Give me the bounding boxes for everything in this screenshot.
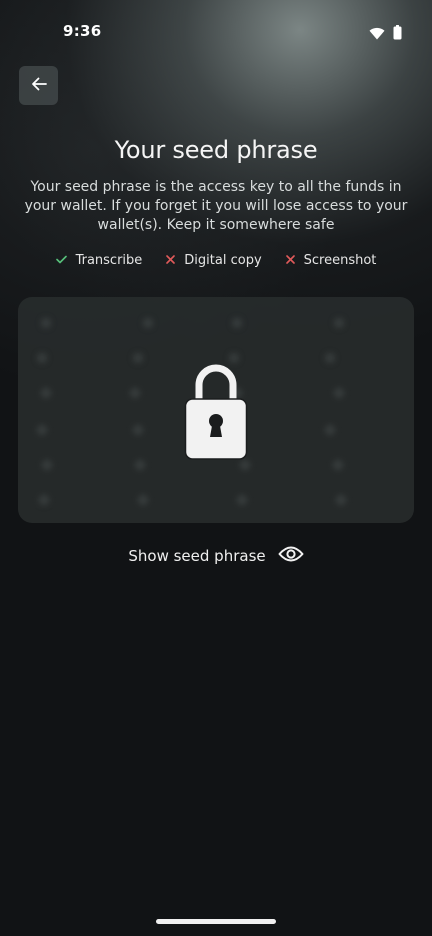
cross-icon — [285, 253, 295, 268]
seed-row — [18, 315, 414, 330]
home-indicator[interactable] — [156, 919, 276, 924]
page-title: Your seed phrase — [114, 136, 318, 164]
arrow-left-icon — [30, 75, 48, 97]
wifi-icon — [369, 25, 385, 44]
checklist-item-label: Transcribe — [75, 253, 143, 268]
seed-row — [18, 492, 414, 507]
back-button[interactable] — [19, 66, 58, 105]
padlock-icon — [184, 361, 248, 465]
checklist-item-label: Digital copy — [184, 253, 262, 268]
check-icon — [55, 253, 67, 268]
show-seed-phrase-label: Show seed phrase — [128, 547, 266, 565]
checklist-item-screenshot: Screenshot — [285, 253, 377, 268]
checklist-item-digital-copy: Digital copy — [166, 253, 262, 268]
checklist-item-label: Screenshot — [303, 253, 377, 268]
checklist-item-transcribe: Transcribe — [55, 253, 143, 268]
status-time: 9:36 — [63, 22, 102, 40]
cross-icon — [166, 253, 176, 268]
checklist: Transcribe Digital copy Screenshot — [0, 253, 432, 268]
page-description: Your seed phrase is the access key to al… — [24, 179, 408, 233]
eye-icon — [278, 545, 304, 567]
status-icons — [369, 25, 402, 44]
show-seed-phrase-button[interactable]: Show seed phrase — [0, 545, 432, 567]
battery-icon — [393, 25, 402, 44]
status-bar: 9:36 — [0, 0, 432, 64]
